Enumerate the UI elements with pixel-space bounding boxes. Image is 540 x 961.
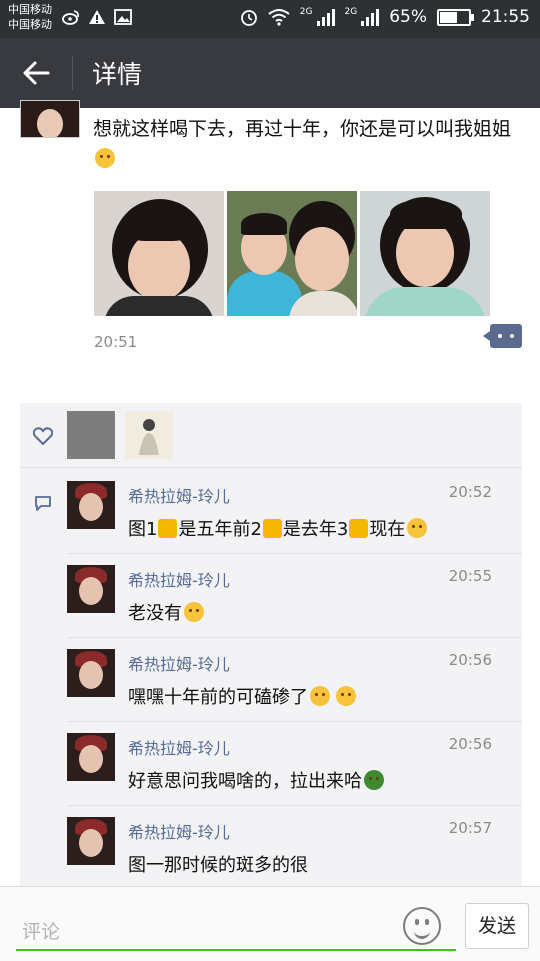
- cover-mouth-emoji: [407, 518, 428, 538]
- square-emoji: [262, 519, 282, 538]
- comment-input-bar: 评论 发送: [0, 886, 540, 961]
- wifi-icon: [268, 9, 290, 26]
- cover-mouth-emoji: [310, 686, 330, 706]
- network-type-2: 2G: [344, 7, 358, 17]
- carrier-2: 中国移动: [8, 18, 52, 31]
- liker-avatar[interactable]: [125, 411, 173, 459]
- comment-text-part: 现在: [369, 519, 406, 540]
- back-arrow-icon[interactable]: [20, 58, 52, 88]
- square-emoji: [158, 519, 178, 538]
- comment-item[interactable]: 希热拉姆-玲儿 20:57 图一那时候的斑多的很: [20, 805, 522, 889]
- comment-text: 图1 是五年前2 是去年3 现在: [128, 515, 428, 541]
- clock: 21:55: [481, 7, 530, 27]
- avatar[interactable]: [67, 649, 115, 697]
- carrier-1: 中国移动: [8, 3, 52, 16]
- comment-time: 20:52: [448, 483, 492, 501]
- comment-item[interactable]: 希热拉姆-玲儿 20:56 嘿嘿十年前的可磕碜了: [20, 637, 522, 721]
- comment-text-part: 图1: [128, 519, 158, 540]
- comment-time: 20:57: [448, 819, 492, 837]
- battery-percent: 65%: [389, 7, 427, 27]
- network-type-1: 2G: [299, 7, 313, 17]
- avatar[interactable]: [67, 733, 115, 781]
- comment-text-part: 是去年3: [282, 519, 349, 540]
- input-underline: [16, 949, 456, 951]
- commenter-name[interactable]: 希热拉姆-玲儿: [128, 483, 230, 507]
- comment-text-content: 好意思问我喝啥的，拉出来哈: [128, 771, 362, 792]
- carrier-labels: 中国移动 中国移动: [8, 2, 52, 32]
- smile-emoji: [95, 148, 115, 168]
- turtle-emoji: [364, 770, 384, 790]
- comment-text: 图一那时候的斑多的很: [128, 855, 308, 876]
- comment-text: 嘿嘿十年前的可磕碜了: [128, 683, 356, 709]
- comment-time: 20:56: [448, 735, 492, 753]
- post-photo-3[interactable]: [360, 191, 490, 316]
- emoji-icon[interactable]: [403, 907, 441, 945]
- signal-icon: [316, 8, 335, 26]
- post-text-content: 想就这样喝下去，再过十年，你还是可以叫我姐姐: [93, 118, 512, 140]
- avatar[interactable]: [67, 481, 115, 529]
- comment-time: 20:55: [448, 567, 492, 585]
- commenter-name[interactable]: 希热拉姆-玲儿: [128, 651, 230, 675]
- comment-text: 好意思问我喝啥的，拉出来哈: [128, 767, 384, 793]
- comment-text-content: 嘿嘿十年前的可磕碜了: [128, 687, 308, 708]
- title-divider: [72, 56, 73, 90]
- weibo-icon: [62, 10, 79, 25]
- post-text: 想就这样喝下去，再过十年，你还是可以叫我姐姐: [93, 114, 523, 174]
- liker-avatar[interactable]: [67, 411, 115, 459]
- comment-text-part: 是五年前2: [178, 519, 262, 540]
- comment-input[interactable]: 评论: [22, 917, 60, 944]
- post-avatar[interactable]: [20, 100, 80, 138]
- surprised-emoji: [184, 602, 204, 622]
- more-icon[interactable]: [483, 324, 522, 348]
- page-title: 详情: [92, 60, 143, 89]
- likes-row: [20, 403, 522, 468]
- send-button[interactable]: 发送: [465, 903, 529, 949]
- grin-emoji: [336, 686, 356, 706]
- avatar[interactable]: [67, 817, 115, 865]
- photo-grid: [94, 191, 490, 316]
- heart-icon: [33, 427, 53, 445]
- comment-text: 老没有: [128, 599, 204, 625]
- status-right: 2G 2G 65% 21:55: [240, 7, 530, 27]
- notification-icons: [62, 8, 132, 26]
- alert-icon: [89, 10, 105, 24]
- signal-icon: [361, 8, 380, 26]
- avatar[interactable]: [67, 565, 115, 613]
- commenter-name[interactable]: 希热拉姆-玲儿: [128, 735, 230, 759]
- post-timestamp: 20:51: [94, 333, 138, 351]
- title-bar: 详情: [0, 38, 540, 108]
- battery-icon: [437, 8, 474, 26]
- likes-comments-panel: 希热拉姆-玲儿 20:52 图1 是五年前2 是去年3 现在 希热拉姆-玲儿 20:5…: [20, 403, 522, 886]
- commenter-name[interactable]: 希热拉姆-玲儿: [128, 819, 230, 843]
- comment-text-content: 老没有: [128, 603, 182, 624]
- comment-item[interactable]: 希热拉姆-玲儿 20:52 图1 是五年前2 是去年3 现在: [20, 469, 522, 553]
- square-emoji: [349, 519, 369, 538]
- comment-item[interactable]: 希热拉姆-玲儿 20:55 老没有: [20, 553, 522, 637]
- post-photo-1[interactable]: [94, 191, 224, 316]
- comment-item[interactable]: 希热拉姆-玲儿 20:56 好意思问我喝啥的，拉出来哈: [20, 721, 522, 805]
- image-icon: [114, 9, 132, 25]
- commenter-name[interactable]: 希热拉姆-玲儿: [128, 567, 230, 591]
- comment-time: 20:56: [448, 651, 492, 669]
- alarm-icon: [240, 10, 257, 26]
- post-photo-2[interactable]: [227, 191, 357, 316]
- status-bar: 中国移动 中国移动 2G 2G 65% 21:55: [0, 0, 540, 38]
